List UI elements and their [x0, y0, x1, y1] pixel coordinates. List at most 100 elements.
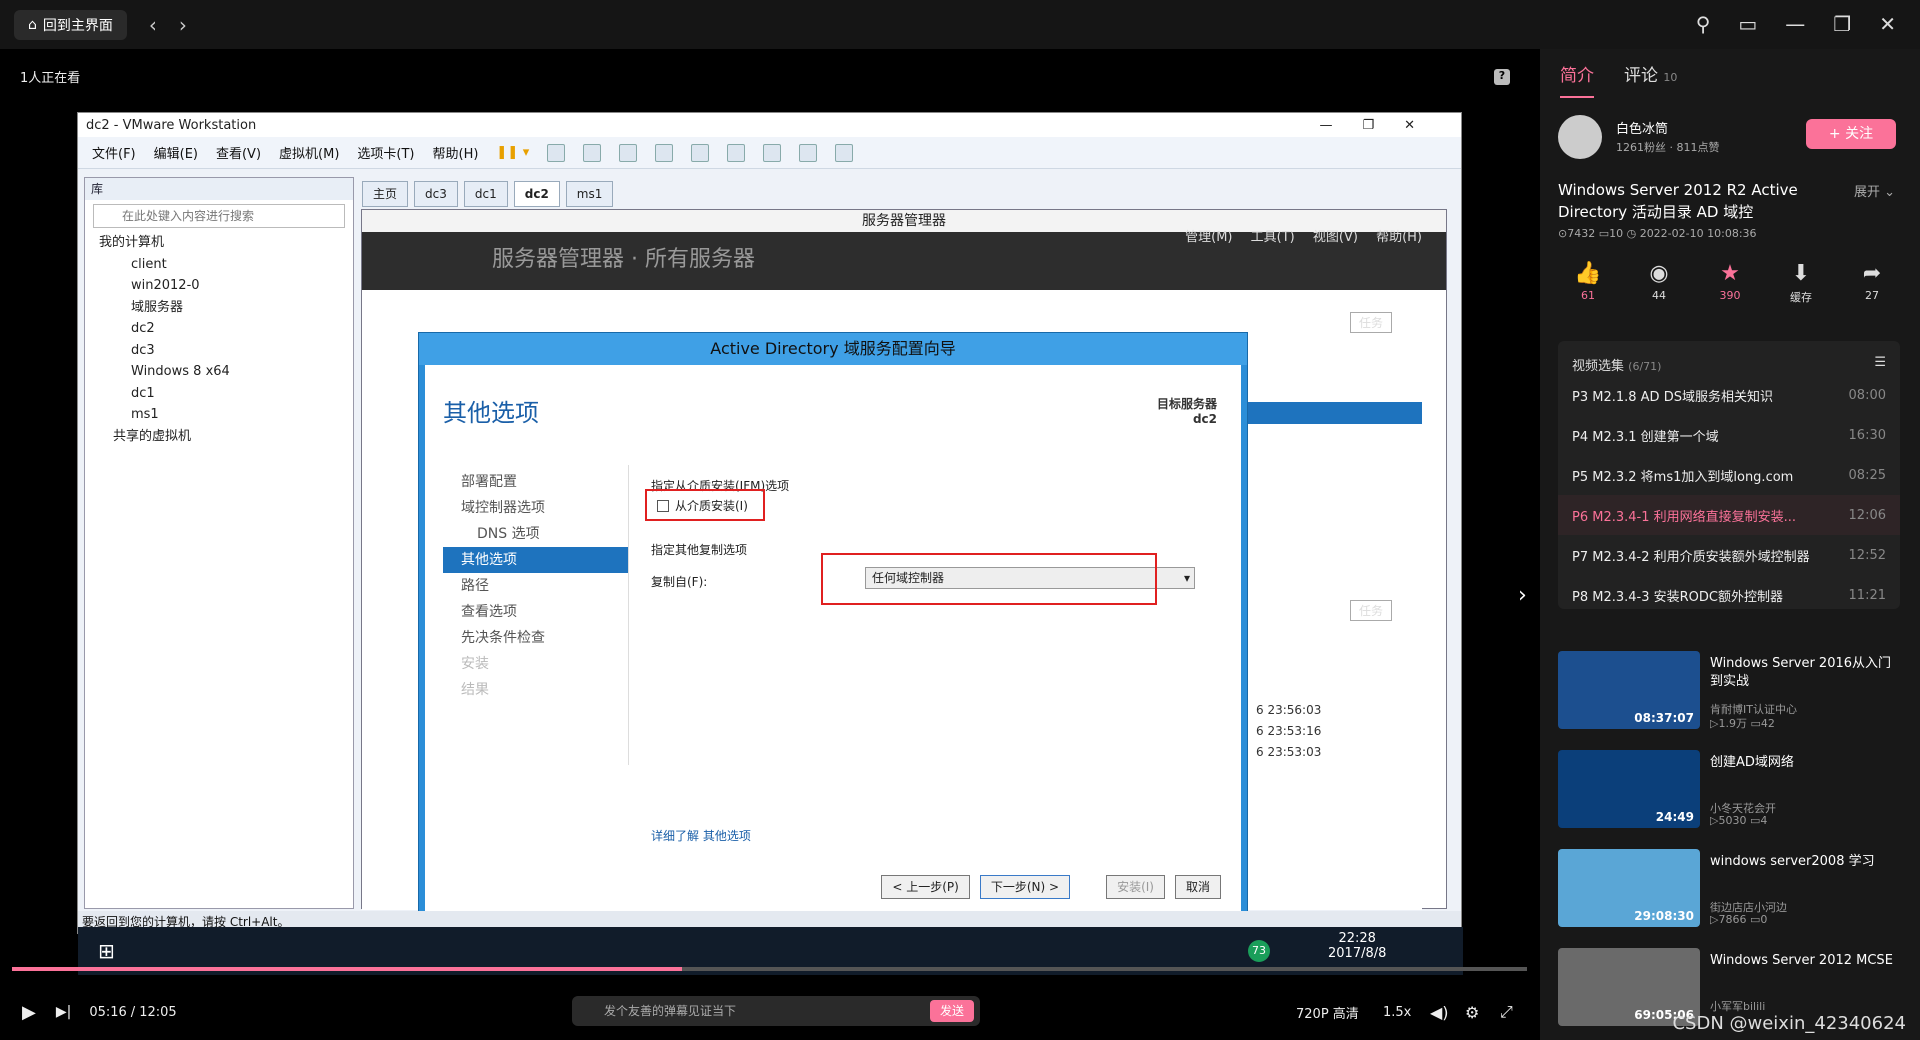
- tree-item[interactable]: ms1: [99, 404, 353, 426]
- close-icon[interactable]: ✕: [1879, 12, 1896, 36]
- recommended-video[interactable]: 29:08:30 windows server2008 学习 街边店店小河边 ▷…: [1558, 849, 1900, 931]
- speed-button[interactable]: 1.5x: [1383, 1005, 1411, 1020]
- list-icon[interactable]: ☰: [1874, 355, 1886, 370]
- selected-row: [1242, 402, 1422, 424]
- menu-vm[interactable]: 虚拟机(M): [279, 143, 339, 162]
- next-icon[interactable]: ▶|: [56, 1004, 71, 1020]
- time-total: 12:05: [139, 1004, 177, 1020]
- pip-icon[interactable]: ▭: [1738, 12, 1757, 36]
- tree-item[interactable]: win2012-0: [99, 275, 353, 297]
- nav-item[interactable]: 部署配置: [443, 469, 628, 495]
- tree-item[interactable]: dc2: [99, 318, 353, 340]
- home-button[interactable]: ⌂ 回到主界面: [14, 9, 127, 40]
- highlight-box: [821, 553, 1157, 605]
- quality-button[interactable]: 720P 高清: [1296, 1003, 1359, 1022]
- tree-item[interactable]: dc3: [99, 340, 353, 362]
- expand-button[interactable]: 展开 ⌄: [1854, 181, 1895, 200]
- nav-item-current[interactable]: 其他选项: [443, 547, 628, 573]
- nav-item[interactable]: 先决条件检查: [443, 625, 628, 651]
- coin-button[interactable]: ◉ 44: [1631, 261, 1687, 305]
- fullscreen-icon[interactable]: ⤢: [1500, 1002, 1513, 1022]
- vmware-menu: 文件(F) 编辑(E) 查看(V) 虚拟机(M) 选项卡(T) 帮助(H) ❚❚…: [78, 137, 1461, 169]
- clock: 22:28 2017/8/8: [1328, 931, 1387, 961]
- playlist-item[interactable]: P4 M2.3.1 创建第一个域 16:30: [1558, 415, 1900, 455]
- uploader-name[interactable]: 白色冰筒: [1616, 118, 1668, 137]
- playlist-item[interactable]: P8 M2.3.4-3 安装RODC额外控制器 11:21: [1558, 575, 1900, 615]
- nav-item[interactable]: 查看选项: [443, 599, 628, 625]
- learn-more-link[interactable]: 详细了解 其他选项: [651, 827, 751, 844]
- prev-button[interactable]: < 上一步(P): [881, 875, 970, 899]
- revert-icon[interactable]: [619, 143, 638, 162]
- follow-button[interactable]: + 关注: [1806, 119, 1896, 149]
- favorite-button[interactable]: ★ 390: [1702, 261, 1758, 305]
- cancel-button[interactable]: 取消: [1174, 875, 1221, 899]
- playlist-item[interactable]: P7 M2.3.4-2 利用介质安装额外域控制器 12:52: [1558, 535, 1900, 575]
- nav-item[interactable]: 路径: [443, 573, 628, 599]
- tab-comments[interactable]: 评论 10: [1624, 61, 1677, 98]
- recommended-video[interactable]: 24:49 创建AD域网络 小冬天花会开 ▷5030 ▭4: [1558, 750, 1900, 832]
- fit-icon[interactable]: [727, 143, 746, 162]
- pause-icon[interactable]: ❚❚ ▾: [496, 145, 529, 160]
- tree-item[interactable]: client: [99, 254, 353, 276]
- recommended-video[interactable]: 08:37:07 Windows Server 2016从入门到实战 肯耐博IT…: [1558, 651, 1900, 733]
- menu-file[interactable]: 文件(F): [92, 143, 136, 162]
- maximize-icon[interactable]: ❐: [1833, 12, 1851, 36]
- minimize-icon[interactable]: —: [1785, 12, 1805, 36]
- volume-icon[interactable]: ◀): [1430, 1003, 1449, 1022]
- forward-icon[interactable]: ›: [179, 13, 187, 37]
- tab-ms1[interactable]: ms1: [565, 181, 614, 207]
- settings-icon[interactable]: ⚙: [1465, 1003, 1479, 1022]
- nav-item[interactable]: DNS 选项: [443, 521, 628, 547]
- tab-dc3[interactable]: dc3: [414, 181, 458, 207]
- library-search-input[interactable]: 在此处键入内容进行搜索: [93, 204, 345, 228]
- tasks-dropdown-2[interactable]: 任务: [1349, 600, 1392, 621]
- menu-help[interactable]: 帮助(H): [433, 143, 479, 162]
- tab-dc2[interactable]: dc2: [513, 181, 560, 207]
- cache-button[interactable]: ⬇ 缓存: [1773, 261, 1829, 305]
- playlist-item[interactable]: P5 M2.3.2 将ms1加入到域long.com 08:25: [1558, 455, 1900, 495]
- video-title: Windows Server 2012 R2 Active Directory …: [1558, 181, 1798, 221]
- tab-intro[interactable]: 简介: [1560, 61, 1594, 98]
- pin-icon[interactable]: ⚲: [1696, 12, 1711, 36]
- menu-view[interactable]: 查看(V): [216, 143, 261, 162]
- server-manager-menu[interactable]: 管理(M) 工具(T) 视图(V) 帮助(H): [1185, 210, 1422, 266]
- next-arrow-icon[interactable]: ›: [1518, 583, 1527, 608]
- send-button[interactable]: 发送: [929, 1000, 974, 1022]
- menu-tabs[interactable]: 选项卡(T): [357, 143, 414, 162]
- tree-shared-vms[interactable]: 共享的虚拟机: [99, 426, 353, 448]
- playlist-item-current[interactable]: P6 M2.3.4-1 利用网络直接复制安装... 12:06: [1558, 495, 1900, 535]
- star-icon: ★: [1720, 261, 1740, 286]
- next-button[interactable]: 下一步(N) >: [979, 875, 1071, 899]
- share-button[interactable]: ➦ 27: [1844, 261, 1900, 305]
- progress-bar[interactable]: [12, 967, 1527, 971]
- console-icon[interactable]: [835, 143, 854, 162]
- toolbar-icon[interactable]: [547, 143, 566, 162]
- tree-my-computer[interactable]: 我的计算机: [99, 232, 353, 254]
- nav-item[interactable]: 域控制器选项: [443, 495, 628, 521]
- play-icon[interactable]: ▶: [22, 1002, 36, 1023]
- wizard-heading: 其他选项: [443, 399, 539, 427]
- unity-icon[interactable]: [799, 143, 818, 162]
- tree-item[interactable]: Windows 8 x64: [99, 361, 353, 383]
- vm-window-controls[interactable]: —❐✕: [1319, 118, 1445, 133]
- snapshot-icon[interactable]: [583, 143, 602, 162]
- menu-edit[interactable]: 编辑(E): [154, 143, 198, 162]
- help-icon[interactable]: ?: [1494, 69, 1510, 85]
- uploader-stats: 1261粉丝 · 811点赞: [1616, 141, 1720, 154]
- sidebar-icon[interactable]: [691, 143, 710, 162]
- danmaku-input[interactable]: 发个友善的弹幕见证当下 发送: [572, 996, 980, 1026]
- playlist-item[interactable]: P3 M2.1.8 AD DS域服务相关知识 08:00: [1558, 375, 1900, 415]
- back-icon[interactable]: ‹: [149, 13, 157, 37]
- tab-dc1[interactable]: dc1: [463, 181, 508, 207]
- guest-screen[interactable]: 服务器管理器 服务器管理器 · 所有服务器 管理(M) 工具(T) 视图(V) …: [361, 209, 1447, 922]
- like-button[interactable]: 👍 61: [1560, 261, 1616, 305]
- tree-item[interactable]: dc1: [99, 383, 353, 405]
- manage-icon[interactable]: [655, 143, 674, 162]
- start-icon[interactable]: ⊞: [98, 939, 115, 963]
- tab-home[interactable]: 主页: [362, 181, 409, 207]
- tasks-dropdown[interactable]: 任务: [1349, 312, 1392, 333]
- tree-item[interactable]: 域服务器: [99, 297, 353, 319]
- avatar[interactable]: [1558, 115, 1602, 159]
- fullscreen-icon[interactable]: [763, 143, 782, 162]
- video-player[interactable]: 1人正在看 ? dc2 - VMware Workstation —❐✕ 文件(F…: [0, 49, 1540, 1040]
